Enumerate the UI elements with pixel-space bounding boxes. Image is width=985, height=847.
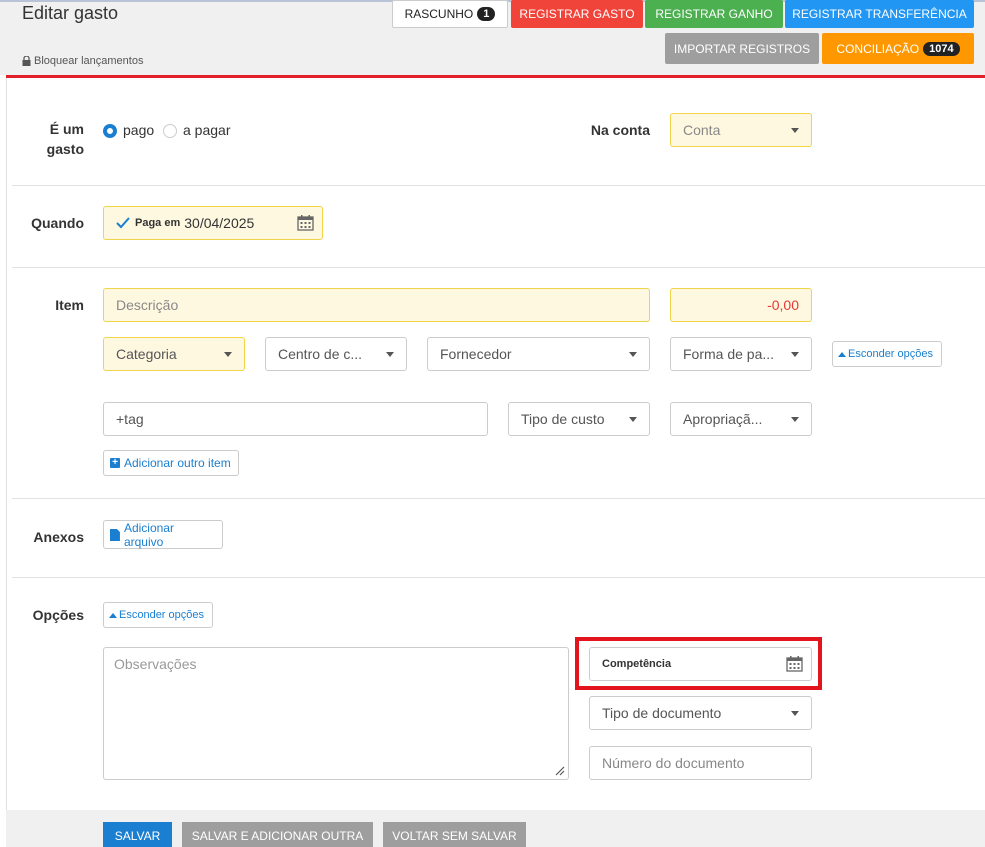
document-type-select-value: Tipo de documento xyxy=(602,705,722,721)
back-without-saving-button[interactable]: VOLTAR SEM SALVAR xyxy=(383,822,526,847)
notes-textarea[interactable]: Observações xyxy=(103,647,569,780)
check-icon xyxy=(116,217,130,229)
account-select-value: Conta xyxy=(683,122,721,138)
cost-center-select-value: Centro de c... xyxy=(278,346,363,362)
chevron-down-icon xyxy=(791,711,799,716)
file-icon xyxy=(110,528,120,541)
page-title: Editar gasto xyxy=(22,3,119,23)
paid-date-value: 30/04/2025 xyxy=(184,215,255,231)
chevron-down-icon xyxy=(629,417,637,422)
category-select-value: Categoria xyxy=(116,346,177,362)
options-label: Opções xyxy=(32,607,84,623)
left-rule xyxy=(6,78,7,847)
item-hide-options-button[interactable]: Esconder opções xyxy=(832,341,942,367)
chevron-down-icon xyxy=(791,417,799,422)
register-expense-button[interactable]: REGISTRAR GASTO xyxy=(511,0,643,28)
lock-entries-toggle[interactable]: Bloquear lançamentos xyxy=(22,55,143,67)
add-file-button[interactable]: Adicionar arquivo xyxy=(103,520,223,549)
description-input[interactable]: Descrição xyxy=(103,288,650,322)
plus-icon: + xyxy=(110,458,120,468)
header-divider xyxy=(6,75,985,78)
account-label: Na conta xyxy=(590,122,650,138)
chevron-down-icon xyxy=(224,352,232,357)
draft-button[interactable]: RASCUNHO 1 xyxy=(392,0,508,28)
chevron-down-icon xyxy=(791,352,799,357)
chevron-down-icon xyxy=(386,352,394,357)
expense-status-label: É um gasto xyxy=(46,121,84,157)
payment-method-select[interactable]: Forma de pa... xyxy=(670,337,812,371)
document-type-select[interactable]: Tipo de documento xyxy=(589,696,812,730)
document-number-input[interactable]: Número do documento xyxy=(589,746,812,780)
lock-icon xyxy=(22,56,31,66)
save-button[interactable]: SALVAR xyxy=(103,822,172,847)
add-item-button[interactable]: + Adicionar outro item xyxy=(103,450,239,476)
payment-method-select-value: Forma de pa... xyxy=(683,346,775,362)
import-records-button[interactable]: IMPORTAR REGISTROS xyxy=(665,33,819,64)
radio-to-pay-label[interactable]: a pagar xyxy=(183,122,230,138)
section-divider xyxy=(12,267,985,268)
reconciliation-label: CONCILIAÇÃO xyxy=(836,41,920,56)
attachments-label: Anexos xyxy=(33,529,84,545)
radio-to-pay[interactable] xyxy=(163,124,177,138)
amount-input[interactable]: -0,00 xyxy=(670,288,812,322)
lock-entries-label: Bloquear lançamentos xyxy=(34,55,144,67)
options-hide-options-label: Esconder opções xyxy=(119,609,204,621)
reconciliation-count-badge: 1074 xyxy=(923,41,960,56)
supplier-select-value: Fornecedor xyxy=(440,346,512,362)
section-divider xyxy=(12,577,985,578)
account-select[interactable]: Conta xyxy=(670,113,812,147)
resize-handle-icon[interactable] xyxy=(555,766,565,776)
when-label: Quando xyxy=(31,215,84,231)
chevron-down-icon xyxy=(791,128,799,133)
cost-type-select-value: Tipo de custo xyxy=(521,411,605,427)
item-label: Item xyxy=(55,297,84,313)
appropriation-select[interactable]: Apropriaçã... xyxy=(670,402,812,436)
paid-date-prefix: Paga em xyxy=(135,217,181,229)
notes-placeholder: Observações xyxy=(114,656,197,672)
radio-paid[interactable] xyxy=(103,124,117,138)
section-divider xyxy=(12,185,985,186)
highlight-box xyxy=(575,637,822,690)
draft-count-badge: 1 xyxy=(477,7,496,21)
tag-input[interactable]: +tag xyxy=(103,402,488,436)
register-income-button[interactable]: REGISTRAR GANHO xyxy=(645,0,783,28)
section-divider xyxy=(12,498,985,499)
cost-center-select[interactable]: Centro de c... xyxy=(265,337,407,371)
category-select[interactable]: Categoria xyxy=(103,337,245,371)
triangle-up-icon xyxy=(109,613,117,618)
supplier-select[interactable]: Fornecedor xyxy=(427,337,650,371)
add-item-label: Adicionar outro item xyxy=(124,456,231,470)
save-and-add-button[interactable]: SALVAR E ADICIONAR OUTRA xyxy=(182,822,373,847)
draft-label: RASCUNHO xyxy=(404,7,474,21)
register-transfer-button[interactable]: REGISTRAR TRANSFERÊNCIA xyxy=(785,0,974,28)
item-hide-options-label: Esconder opções xyxy=(848,348,933,360)
appropriation-select-value: Apropriaçã... xyxy=(683,411,763,427)
options-hide-options-button[interactable]: Esconder opções xyxy=(103,602,213,628)
reconciliation-button[interactable]: CONCILIAÇÃO 1074 xyxy=(822,33,974,64)
radio-paid-label[interactable]: pago xyxy=(123,122,154,138)
chevron-down-icon xyxy=(629,352,637,357)
calendar-icon[interactable] xyxy=(297,215,314,231)
add-file-label: Adicionar arquivo xyxy=(123,520,174,549)
paid-date-field[interactable]: Paga em 30/04/2025 xyxy=(103,206,323,240)
cost-type-select[interactable]: Tipo de custo xyxy=(508,402,650,436)
triangle-up-icon xyxy=(838,352,846,357)
